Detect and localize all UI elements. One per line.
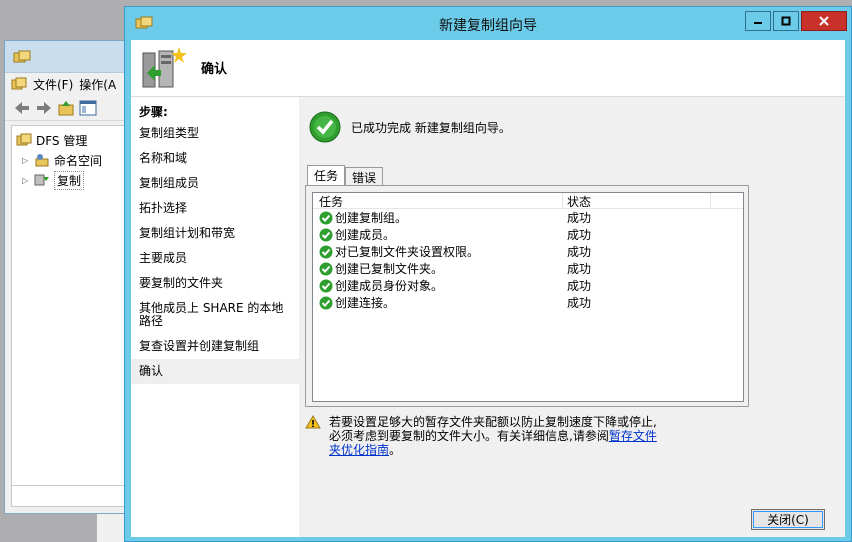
step-group-members[interactable]: 复制组成员: [131, 171, 299, 196]
steps-panel: 步骤: 复制组类型 名称和域 复制组成员 拓扑选择 复制组计划和带宽 主要成员 …: [131, 97, 299, 537]
task-status: 成功: [567, 279, 592, 293]
tab-tasks[interactable]: 任务: [307, 165, 346, 185]
staging-guide-link-continued[interactable]: 夹优化指南: [329, 443, 389, 457]
task-name: 创建成员。: [335, 228, 396, 242]
step-name-and-domain[interactable]: 名称和域: [131, 146, 299, 171]
step-confirmation[interactable]: 确认: [131, 359, 299, 384]
wizard-body: 确认 步骤: 复制组类型 名称和域 复制组成员 拓扑选择 复制组计划和带宽 主要…: [131, 40, 845, 537]
console-tree: DFS 管理 ▷ 命名空间 ▷ 复制: [11, 125, 141, 487]
tasks-tab-panel: 任务 状态 创建复制组。 成功 创建成员。 成功 对已复制文件夹设置权限。 成功: [305, 185, 749, 407]
warning-end: 。: [389, 443, 402, 457]
tree-item-label: DFS 管理: [36, 133, 88, 148]
success-check-icon: [319, 279, 333, 292]
table-row[interactable]: 创建成员身份对象。 成功: [313, 277, 743, 294]
step-replication-group-type[interactable]: 复制组类型: [131, 121, 299, 146]
tree-item-label: 命名空间: [54, 153, 103, 168]
show-tree-icon[interactable]: [79, 100, 97, 116]
task-status: 成功: [567, 262, 592, 276]
wizard-title: 新建复制组向导: [439, 18, 537, 34]
table-row[interactable]: 创建已复制文件夹。 成功: [313, 260, 743, 277]
task-name: 对已复制文件夹设置权限。: [335, 245, 480, 259]
task-name: 创建连接。: [335, 296, 396, 310]
menu-file[interactable]: 文件(F): [33, 76, 73, 93]
tree-item-replication[interactable]: ▷ 复制: [12, 170, 140, 190]
table-row[interactable]: 创建成员。 成功: [313, 226, 743, 243]
up-folder-icon[interactable]: [57, 100, 75, 116]
close-icon: [819, 16, 829, 26]
expand-triangle-icon[interactable]: ▷: [22, 156, 30, 165]
task-status: 成功: [567, 211, 592, 225]
minimize-button[interactable]: [745, 11, 771, 31]
steps-title: 步骤:: [139, 105, 168, 119]
table-row[interactable]: 创建连接。 成功: [313, 294, 743, 311]
step-folders-to-replicate[interactable]: 要复制的文件夹: [131, 271, 299, 296]
menu-action[interactable]: 操作(A: [79, 76, 116, 93]
dfs-management-window: 文件(F) 操作(A DFS 管理 ▷ 命名空间 ▷ 复制: [4, 40, 144, 514]
task-status: 成功: [567, 296, 592, 310]
result-tabs: 任务 错误: [307, 165, 384, 187]
namespace-icon: [35, 154, 49, 167]
expand-triangle-icon[interactable]: ▷: [22, 176, 30, 185]
table-row[interactable]: 创建复制组。 成功: [313, 209, 743, 226]
success-message: 已成功完成 新建复制组向导。: [351, 120, 511, 135]
dfs-window-titlebar: [5, 41, 143, 73]
success-check-icon: [319, 262, 333, 275]
status-bar: [11, 485, 141, 507]
step-schedule-bandwidth[interactable]: 复制组计划和带宽: [131, 221, 299, 246]
success-check-icon: [309, 111, 341, 143]
list-header: 任务 状态: [313, 193, 743, 209]
wizard-content: 已成功完成 新建复制组向导。 任务 错误 任务 状态 创建复制组。 成功 创建成…: [299, 97, 845, 537]
page-title: 确认: [201, 62, 228, 77]
step-review-settings[interactable]: 复查设置并创建复制组: [131, 334, 299, 359]
close-button[interactable]: 关闭(C): [751, 509, 825, 530]
tasks-list[interactable]: 任务 状态 创建复制组。 成功 创建成员。 成功 对已复制文件夹设置权限。 成功: [312, 192, 744, 402]
tree-item-namespaces[interactable]: ▷ 命名空间: [12, 150, 140, 170]
success-check-icon: [319, 296, 333, 309]
success-check-icon: [319, 228, 333, 241]
dfs-menu-bar: 文件(F) 操作(A: [5, 73, 143, 95]
staging-guide-link[interactable]: 暂存文件: [609, 429, 657, 443]
task-name: 创建成员身份对象。: [335, 279, 444, 293]
warning-icon: [305, 415, 321, 429]
tree-item-label: 复制: [54, 170, 85, 190]
dfs-toolbar: [5, 95, 143, 121]
dfs-tree-icon: [16, 133, 32, 146]
maximize-icon: [781, 16, 791, 26]
maximize-button[interactable]: [773, 11, 799, 31]
task-name: 创建复制组。: [335, 211, 408, 225]
dfs-app-icon: [13, 50, 31, 63]
step-topology[interactable]: 拓扑选择: [131, 196, 299, 221]
success-check-icon: [319, 245, 333, 258]
minimize-icon: [754, 22, 762, 24]
warning-line-1: 若要设置足够大的暂存文件夹配额以防止复制速度下降或停止,: [329, 415, 657, 429]
replication-icon: [34, 174, 49, 186]
column-header-status[interactable]: 状态: [563, 193, 711, 209]
back-arrow-icon[interactable]: [13, 100, 31, 116]
tree-item-dfs-management[interactable]: DFS 管理: [12, 130, 140, 150]
tab-errors[interactable]: 错误: [345, 167, 384, 185]
success-banner: 已成功完成 新建复制组向导。: [309, 111, 511, 143]
task-status: 成功: [567, 228, 592, 242]
wizard-titlebar[interactable]: 新建复制组向导: [125, 7, 851, 40]
menu-app-icon: [11, 77, 27, 90]
forward-arrow-icon[interactable]: [35, 100, 53, 116]
step-primary-member[interactable]: 主要成员: [131, 246, 299, 271]
table-row[interactable]: 对已复制文件夹设置权限。 成功: [313, 243, 743, 260]
close-window-button[interactable]: [801, 11, 847, 31]
replication-wizard-icon: [142, 47, 187, 88]
warning-line-2: 必须考虑到要复制的文件大小。有关详细信息,请参阅: [329, 429, 609, 443]
column-header-task[interactable]: 任务: [313, 193, 563, 209]
success-check-icon: [319, 211, 333, 224]
new-replication-group-wizard: 新建复制组向导 确认 步骤: 复制组类型 名称和域 复制组成员 拓扑选择 复制组…: [124, 6, 852, 542]
step-local-path[interactable]: 其他成员上 SHARE 的本地路径: [131, 296, 299, 334]
task-status: 成功: [567, 245, 592, 259]
staging-quota-warning: 若要设置足够大的暂存文件夹配额以防止复制速度下降或停止, 必须考虑到要复制的文件…: [305, 415, 689, 457]
task-name: 创建已复制文件夹。: [335, 262, 444, 276]
wizard-header: 确认: [131, 40, 845, 97]
warning-text: 若要设置足够大的暂存文件夹配额以防止复制速度下降或停止, 必须考虑到要复制的文件…: [329, 415, 689, 457]
